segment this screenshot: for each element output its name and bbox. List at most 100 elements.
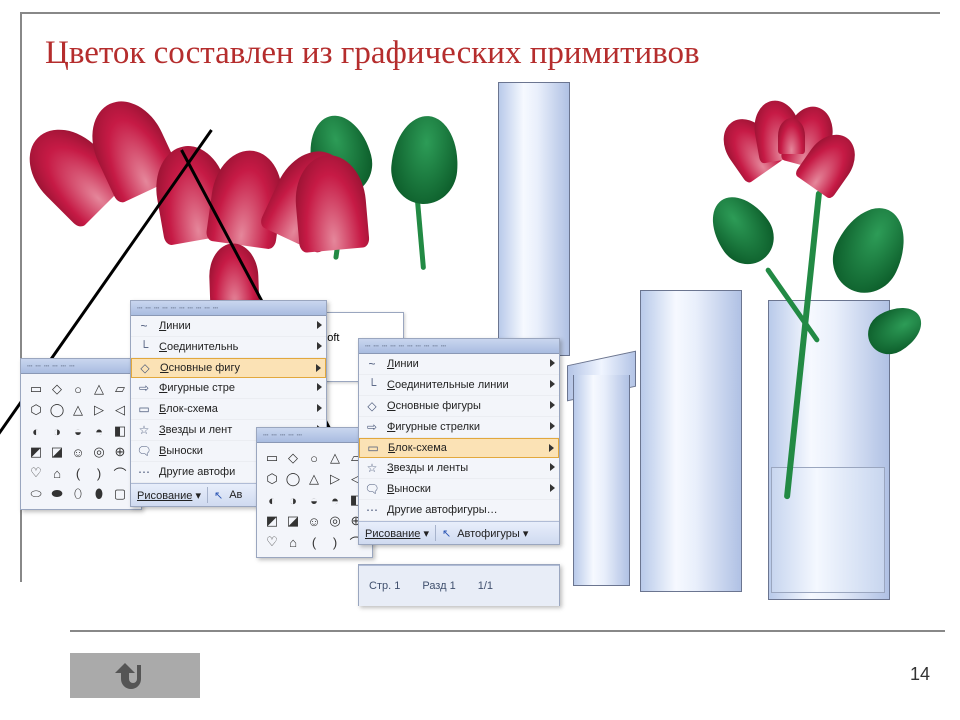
- shape-button[interactable]: △: [69, 401, 87, 419]
- shape-button[interactable]: ⬬: [48, 485, 66, 503]
- chevron-right-icon: [550, 422, 555, 430]
- shape-button[interactable]: △: [90, 380, 108, 398]
- menu-item-фигурные-стре[interactable]: ⇨Фигурные стре: [131, 378, 326, 399]
- shape-button[interactable]: ◇: [48, 380, 66, 398]
- draw-dropdown[interactable]: Рисование ▾: [137, 489, 201, 502]
- shape-button[interactable]: ☺: [305, 512, 323, 530]
- menu-icon: ▭: [364, 439, 382, 457]
- shape-button[interactable]: ▭: [27, 380, 45, 398]
- shape-button[interactable]: ▱: [111, 380, 129, 398]
- palette-titlebar[interactable]: ┄┄┄┄┄┄: [21, 359, 141, 374]
- shape-grid[interactable]: ▭◇○△▱⬠⬡◯△▷◁▽◐◑◒◓◧◨◩◪☺◎⊕⊗♡⌂()⌒⌣: [257, 443, 372, 557]
- chevron-right-icon: [317, 404, 322, 412]
- shape-button[interactable]: △: [305, 470, 323, 488]
- menu-label: Выноски: [387, 483, 431, 495]
- shape-button[interactable]: ▭: [263, 449, 281, 467]
- menu-item-фигурные-стрелки[interactable]: ⇨Фигурные стрелки: [359, 417, 559, 438]
- menu-item-другие-автофигуры-[interactable]: ⋯Другие автофигуры…: [359, 500, 559, 521]
- chevron-right-icon: [550, 463, 555, 471]
- menu-label: Другие автофи: [159, 466, 235, 478]
- menu-item-блок-схема[interactable]: ▭Блок-схема: [131, 399, 326, 420]
- shape-button[interactable]: ▷: [326, 470, 344, 488]
- shape-button[interactable]: ): [326, 533, 344, 551]
- shape-button[interactable]: ☺: [69, 443, 87, 461]
- menu-item-основные-фигуры[interactable]: ◇Основные фигуры: [359, 396, 559, 417]
- shape-button[interactable]: ◒: [69, 422, 87, 440]
- shape-button[interactable]: ⬡: [27, 401, 45, 419]
- shape-button[interactable]: ◪: [284, 512, 302, 530]
- menu-label: Блок-схема: [388, 442, 447, 454]
- drawing-toolbar[interactable]: Рисование ▾ ↖ Автофигуры ▾: [359, 521, 559, 544]
- autoshapes-dropdown[interactable]: Ав: [229, 489, 242, 501]
- menu-item-основные-фигу[interactable]: ◇Основные фигу: [131, 358, 326, 378]
- shape-button[interactable]: (: [69, 464, 87, 482]
- menu-item-линии[interactable]: ~Линии: [131, 316, 326, 337]
- autoshapes-menu-right[interactable]: ┄┄┄┄┄┄┄┄┄┄ ~Линии└Соединительные линии◇О…: [358, 338, 560, 545]
- shape-button[interactable]: ◑: [284, 491, 302, 509]
- shape-button[interactable]: ◩: [27, 443, 45, 461]
- glass-column-1: [498, 82, 570, 356]
- draw-dropdown[interactable]: Рисование ▾: [365, 527, 429, 540]
- shape-button[interactable]: ⊕: [111, 443, 129, 461]
- shape-button[interactable]: ◓: [90, 422, 108, 440]
- menu-item-соединительные-линии[interactable]: └Соединительные линии: [359, 375, 559, 396]
- shape-button[interactable]: ): [90, 464, 108, 482]
- shape-button[interactable]: ⌂: [48, 464, 66, 482]
- shape-button[interactable]: ♡: [27, 464, 45, 482]
- shape-button[interactable]: ⌂: [284, 533, 302, 551]
- shape-button[interactable]: ◒: [305, 491, 323, 509]
- shape-button[interactable]: ⬭: [27, 485, 45, 503]
- shape-button[interactable]: ⬮: [90, 485, 108, 503]
- shape-button[interactable]: ◩: [263, 512, 281, 530]
- menu-label: Звезды и лент: [159, 424, 232, 436]
- shapes-palette-mid[interactable]: ┄┄┄┄┄ ▭◇○△▱⬠⬡◯△▷◁▽◐◑◒◓◧◨◩◪☺◎⊕⊗♡⌂()⌒⌣: [256, 427, 373, 558]
- menu-item-блок-схема[interactable]: ▭ Блок-схема: [359, 438, 559, 458]
- page-number: 14: [910, 664, 930, 685]
- nav-back-button[interactable]: [70, 653, 200, 698]
- status-section: Разд 1: [422, 580, 455, 592]
- menu-titlebar[interactable]: ┄┄┄┄┄┄┄┄┄┄: [359, 339, 559, 354]
- chevron-right-icon: [316, 364, 321, 372]
- menu-item-звезды-и-ленты[interactable]: ☆Звезды и ленты: [359, 458, 559, 479]
- autoshapes-dropdown[interactable]: Автофигуры ▾: [457, 527, 528, 540]
- menu-titlebar[interactable]: ┄┄┄┄┄┄┄┄┄┄: [131, 301, 326, 316]
- menu-icon: └: [135, 338, 153, 356]
- menu-item-выноски[interactable]: 🗨Выноски: [359, 479, 559, 500]
- shape-button[interactable]: ◁: [111, 401, 129, 419]
- shape-button[interactable]: ◪: [48, 443, 66, 461]
- shape-button[interactable]: ▷: [90, 401, 108, 419]
- shape-button[interactable]: ▢: [111, 485, 129, 503]
- cursor-icon[interactable]: ↖: [442, 527, 451, 540]
- shape-button[interactable]: ○: [305, 449, 323, 467]
- menu-icon: ⋯: [363, 501, 381, 519]
- shape-button[interactable]: ◐: [27, 422, 45, 440]
- shape-button[interactable]: ◎: [90, 443, 108, 461]
- palette-titlebar[interactable]: ┄┄┄┄┄: [257, 428, 372, 443]
- glass-column-3: [640, 290, 742, 592]
- shape-button[interactable]: ♡: [263, 533, 281, 551]
- menu-item-соединительнь[interactable]: └Соединительнь: [131, 337, 326, 358]
- menu-icon: ⇨: [135, 379, 153, 397]
- shape-button[interactable]: ⬯: [69, 485, 87, 503]
- shape-button[interactable]: ◧: [111, 422, 129, 440]
- shape-button[interactable]: ⬡: [263, 470, 281, 488]
- leaf-icon: [388, 113, 461, 206]
- shape-button[interactable]: ◯: [48, 401, 66, 419]
- menu-item-линии[interactable]: ~Линии: [359, 354, 559, 375]
- shape-button[interactable]: △: [326, 449, 344, 467]
- shape-button[interactable]: ◯: [284, 470, 302, 488]
- shape-grid[interactable]: ▭◇○△▱⬠⬡◯△▷◁▽◐◑◒◓◧◨◩◪☺◎⊕⊗♡⌂()⌒⌣⬭⬬⬯⬮▢▣: [21, 374, 141, 509]
- chevron-right-icon: [550, 484, 555, 492]
- shape-button[interactable]: ◇: [284, 449, 302, 467]
- cursor-icon[interactable]: ↖: [214, 489, 223, 502]
- shape-button[interactable]: ◑: [48, 422, 66, 440]
- shape-button[interactable]: ○: [69, 380, 87, 398]
- shapes-palette-left[interactable]: ┄┄┄┄┄┄ ▭◇○△▱⬠⬡◯△▷◁▽◐◑◒◓◧◨◩◪☺◎⊕⊗♡⌂()⌒⌣⬭⬬⬯…: [20, 358, 142, 510]
- shape-button[interactable]: ◎: [326, 512, 344, 530]
- shape-button[interactable]: ⌒: [111, 464, 129, 482]
- shape-button[interactable]: (: [305, 533, 323, 551]
- shape-button[interactable]: ◓: [326, 491, 344, 509]
- menu-icon: ⋯: [135, 463, 153, 481]
- shape-button[interactable]: ◐: [263, 491, 281, 509]
- chevron-right-icon: [317, 321, 322, 329]
